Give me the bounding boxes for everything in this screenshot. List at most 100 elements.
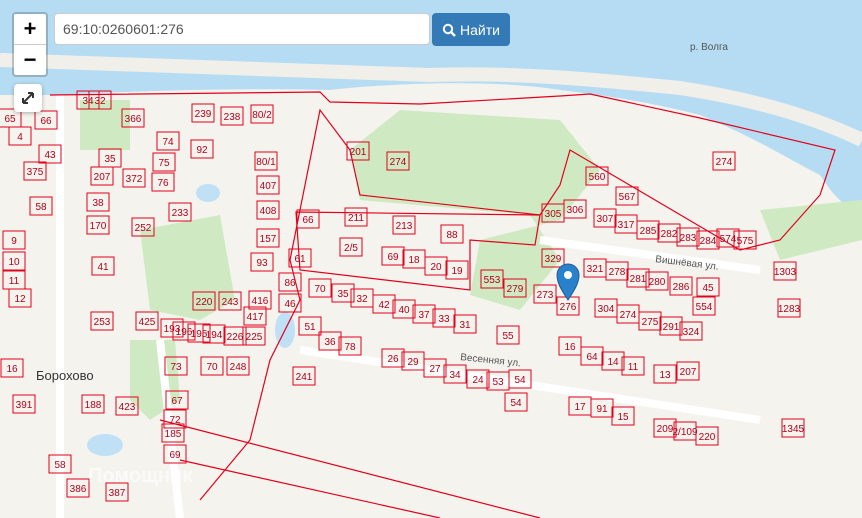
parcel-number[interactable]: 329 <box>545 254 562 265</box>
parcel-number[interactable]: 238 <box>224 112 241 123</box>
parcel-number[interactable]: 34 <box>449 370 461 381</box>
parcel-number[interactable]: 407 <box>260 181 277 192</box>
parcel-number[interactable]: 64 <box>586 352 598 363</box>
parcel-number[interactable]: 18 <box>408 255 420 266</box>
parcel-number[interactable]: 278 <box>609 267 626 278</box>
parcel-number[interactable]: 75 <box>158 158 170 169</box>
parcel-number[interactable]: 12 <box>14 294 26 305</box>
parcel-number[interactable]: 226 <box>227 332 244 343</box>
parcel-number[interactable]: 372 <box>126 174 143 185</box>
cadastral-map[interactable]: 3234366 239 238 80/265 667492 201274 274443 35 7… <box>0 0 862 518</box>
parcel-number[interactable]: 275 <box>642 317 659 328</box>
parcel-number[interactable]: 560 <box>589 172 606 183</box>
parcel-number[interactable]: 423 <box>119 402 136 413</box>
parcel-number[interactable]: 280 <box>649 277 666 288</box>
parcel-number[interactable]: 43 <box>44 150 56 161</box>
parcel-number[interactable]: 31 <box>459 320 471 331</box>
parcel-number[interactable]: 305 <box>545 209 562 220</box>
parcel-number[interactable]: 41 <box>97 262 109 273</box>
parcel-number[interactable]: 553 <box>484 275 501 286</box>
parcel-number[interactable]: 575 <box>737 236 754 247</box>
parcel-number[interactable]: 567 <box>619 192 636 203</box>
parcel-number[interactable]: 92 <box>196 145 208 156</box>
parcel-number[interactable]: 9 <box>11 236 17 247</box>
parcel-number[interactable]: 76 <box>157 178 169 189</box>
parcel-number[interactable]: 248 <box>230 362 247 373</box>
parcel-number[interactable]: 1345 <box>782 424 805 435</box>
search-button[interactable]: Найти <box>432 13 510 46</box>
parcel-number[interactable]: 11 <box>628 362 639 373</box>
parcel-number[interactable]: 35 <box>337 289 349 300</box>
parcel-number[interactable]: 387 <box>109 488 126 499</box>
parcel-number[interactable]: 34 <box>82 96 94 107</box>
parcel-number[interactable]: 14 <box>607 357 619 368</box>
parcel-number[interactable]: 157 <box>260 234 277 245</box>
parcel-number[interactable]: 273 <box>537 290 554 301</box>
parcel-number[interactable]: 2/5 <box>344 243 358 254</box>
parcel-number[interactable]: 417 <box>247 312 264 323</box>
parcel-number[interactable]: 65 <box>4 114 16 125</box>
parcel-number[interactable]: 243 <box>222 297 239 308</box>
parcel-number[interactable]: 276 <box>560 302 577 313</box>
parcel-number[interactable]: 209 <box>657 424 674 435</box>
parcel-number[interactable]: 20 <box>430 262 442 273</box>
parcel-number[interactable]: 54 <box>510 398 522 409</box>
parcel-number[interactable]: 29 <box>407 357 419 368</box>
parcel-number[interactable]: 73 <box>170 362 182 373</box>
parcel-number[interactable]: 274 <box>390 157 407 168</box>
parcel-number[interactable]: 53 <box>492 377 504 388</box>
parcel-number[interactable]: 241 <box>296 372 313 383</box>
parcel-number[interactable]: 213 <box>396 221 413 232</box>
parcel-number[interactable]: 86 <box>284 278 296 289</box>
parcel-number[interactable]: 321 <box>587 264 604 275</box>
cadastral-search-input[interactable] <box>54 13 430 45</box>
parcel-number[interactable]: 304 <box>598 304 615 315</box>
parcel-number[interactable]: 252 <box>135 223 152 234</box>
parcel-number[interactable]: 13 <box>659 370 671 381</box>
parcel-number[interactable]: 211 <box>348 213 364 224</box>
parcel-number[interactable]: 70 <box>206 362 218 373</box>
parcel-number[interactable]: 2/109 <box>672 427 697 438</box>
parcel-number[interactable]: 286 <box>673 282 690 293</box>
parcel-number[interactable]: 416 <box>252 296 269 307</box>
parcel-number[interactable]: 69 <box>169 450 181 461</box>
parcel-number[interactable]: 11 <box>9 276 20 287</box>
parcel-number[interactable]: 185 <box>165 429 182 440</box>
parcel-number[interactable]: 26 <box>387 354 399 365</box>
parcel-number[interactable]: 253 <box>94 317 111 328</box>
parcel-number[interactable]: 207 <box>94 172 111 183</box>
parcel-number[interactable]: 74 <box>162 137 174 148</box>
parcel-number[interactable]: 58 <box>35 202 47 213</box>
zoom-out-button[interactable]: − <box>14 44 46 75</box>
parcel-number[interactable]: 19 <box>451 266 463 277</box>
parcel-number[interactable]: 80/1 <box>256 157 276 168</box>
parcel-number[interactable]: 36 <box>324 337 336 348</box>
parcel-number[interactable]: 306 <box>567 205 584 216</box>
parcel-number[interactable]: 15 <box>617 412 629 423</box>
parcel-number[interactable]: 35 <box>104 154 116 165</box>
parcel-number[interactable]: 408 <box>260 206 277 217</box>
parcel-number[interactable]: 225 <box>246 332 263 343</box>
parcel-number[interactable]: 317 <box>618 220 635 231</box>
parcel-number[interactable]: 194 <box>206 330 223 341</box>
parcel-number[interactable]: 91 <box>596 404 608 415</box>
parcel-number[interactable]: 61 <box>294 254 306 265</box>
parcel-number[interactable]: 66 <box>40 116 52 127</box>
parcel-number[interactable]: 17 <box>574 402 586 413</box>
parcel-number[interactable]: 4 <box>17 132 23 143</box>
parcel-number[interactable]: 281 <box>630 274 647 285</box>
parcel-number[interactable]: 386 <box>70 484 87 495</box>
parcel-number[interactable]: 32 <box>94 96 106 107</box>
parcel-number[interactable]: 282 <box>661 229 678 240</box>
parcel-number[interactable]: 16 <box>564 342 576 353</box>
parcel-number[interactable]: 233 <box>172 208 189 219</box>
parcel-number[interactable]: 37 <box>418 310 430 321</box>
parcel-number[interactable]: 46 <box>284 299 296 310</box>
parcel-number[interactable]: 425 <box>139 317 156 328</box>
parcel-number[interactable]: 220 <box>699 432 716 443</box>
parcel-number[interactable]: 27 <box>429 364 441 375</box>
parcel-number[interactable]: 554 <box>696 302 713 313</box>
parcel-number[interactable]: 1283 <box>778 304 801 315</box>
parcel-number[interactable]: 285 <box>640 226 657 237</box>
fullscreen-button[interactable] <box>14 84 42 112</box>
